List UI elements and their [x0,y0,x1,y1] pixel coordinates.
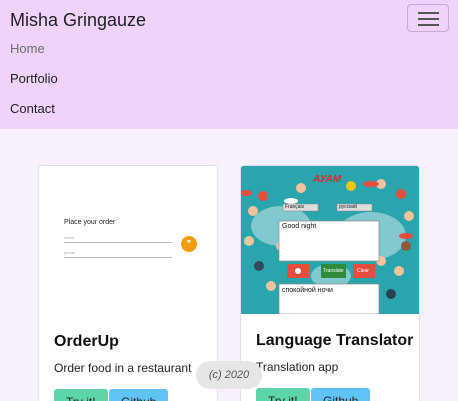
thumb-lang-from: Français [285,204,305,210]
card-description: Order food in a restaurant [54,361,192,375]
thumb-input-text: Good night [282,223,317,230]
thumb-lang-to: русский [339,204,357,210]
card-title: OrderUp [54,333,119,350]
thumb-clear-label: Clear [357,268,369,274]
thumb-brand: АУАМ [313,174,342,185]
github-button[interactable]: Github [109,389,169,401]
hamburger-icon [418,12,439,14]
github-button[interactable]: Github [311,388,371,401]
hamburger-icon-line [418,24,439,26]
nav-link-home[interactable]: Home [10,41,45,56]
project-thumbnail: АУАМ Français русский Good night Transla… [241,166,419,314]
project-card-orderup: Place your order name phone ❞ OrderUp Or… [38,165,218,401]
thumb-field-label: phone [64,250,76,255]
hamburger-icon-line [418,18,439,20]
try-it-button[interactable]: Try it! [54,389,108,401]
thumb-translate-label: Translate [323,268,344,274]
nav-link-contact[interactable]: Contact [10,101,55,116]
try-it-button[interactable]: Try it! [256,388,310,401]
nav-link-portfolio[interactable]: Portfolio [10,71,58,86]
copyright-badge: (c) 2020 [196,361,262,389]
thumb-field-label: name [64,235,75,240]
project-card-translator: АУАМ Français русский Good night Transla… [240,165,420,401]
thumb-heading: Place your order [64,219,116,226]
thumb-output-text: спокойной ночи [282,287,333,294]
card-description: Translation app [256,360,339,374]
thumb-field-line [64,242,172,243]
quote-icon: ❞ [181,236,197,252]
card-title: Language Translator [256,332,414,349]
thumb-field-line [64,257,172,258]
brand-link[interactable]: Misha Gringauze [10,10,146,31]
navbar: Misha Gringauze Home Portfolio Contact [0,0,458,129]
project-thumbnail: Place your order name phone ❞ [39,166,217,314]
menu-toggle-button[interactable] [407,4,449,32]
